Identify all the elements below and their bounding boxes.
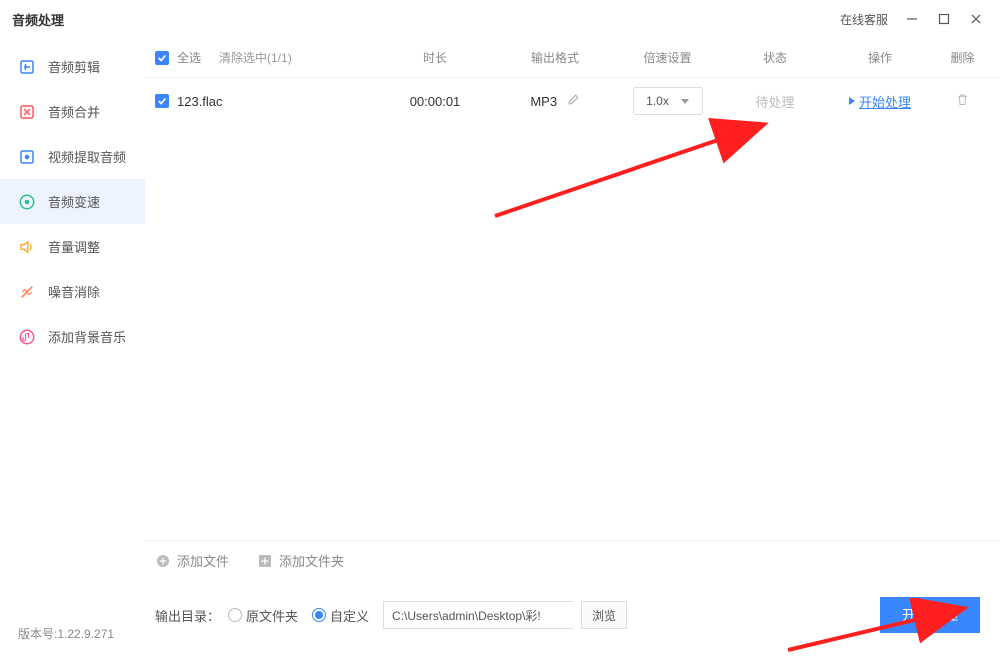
sidebar: 音频剪辑 音频合并 视频提取音频 音频变速 音量调整 噪音消除 添加背景音乐 [0,38,145,650]
maximize-button[interactable] [932,7,956,31]
col-speed: 倍速设置 [610,49,725,66]
delete-row-button[interactable] [955,95,970,110]
select-all-label: 全选 [177,49,201,66]
file-list: 123.flac 00:00:01 MP3 1.0x 待处理 [145,78,1000,540]
duration-value: 00:00:01 [370,94,500,109]
sidebar-item-label: 视频提取音频 [48,147,126,166]
row-checkbox[interactable] [155,94,169,108]
start-processing-button[interactable]: 开始处理 [880,597,980,633]
sidebar-item-audio-merge[interactable]: 音频合并 [0,89,145,134]
col-status: 状态 [725,49,825,66]
output-label: 输出目录： [155,606,220,625]
edit-format-icon[interactable] [567,94,580,109]
sidebar-item-label: 音量调整 [48,237,100,256]
minimize-button[interactable] [900,7,924,31]
radio-custom-folder[interactable]: 自定义 [312,606,369,625]
speed-icon [18,193,36,211]
sidebar-item-audio-speed[interactable]: 音频变速 [0,179,145,224]
clear-selection-link[interactable]: 清除选中(1/1) [219,49,292,66]
plus-circle-icon [155,553,171,569]
sidebar-item-audio-clip[interactable]: 音频剪辑 [0,44,145,89]
start-label: 开始处理 [859,92,911,111]
add-folder-button[interactable]: 添加文件夹 [257,551,344,570]
close-button[interactable] [964,7,988,31]
annotation-arrow-1 [485,116,785,226]
sidebar-item-bgm[interactable]: 添加背景音乐 [0,314,145,359]
speed-value: 1.0x [646,94,669,108]
scissors-icon [18,58,36,76]
radio-checked-icon [312,608,326,622]
radio-original-folder[interactable]: 原文件夹 [228,606,298,625]
radio-custom-label: 自定义 [330,606,369,625]
sidebar-item-label: 音频变速 [48,192,100,211]
radio-original-label: 原文件夹 [246,606,298,625]
start-process-link[interactable]: 开始处理 [849,92,911,111]
radio-icon [228,608,242,622]
col-action: 操作 [825,49,935,66]
online-service-link[interactable]: 在线客服 [840,11,888,28]
sidebar-item-label: 音频合并 [48,102,100,121]
select-all-checkbox[interactable] [155,51,169,65]
bgm-icon [18,328,36,346]
volume-icon [18,238,36,256]
version-label: 版本号:1.22.9.271 [18,625,114,642]
output-path-input[interactable] [383,601,573,629]
filename: 123.flac [177,94,223,109]
table-row: 123.flac 00:00:01 MP3 1.0x 待处理 [145,78,1000,124]
chevron-down-icon [681,99,689,104]
play-icon [849,97,855,105]
add-file-button[interactable]: 添加文件 [155,551,229,570]
col-duration: 时长 [370,49,500,66]
noise-icon [18,283,36,301]
app-title: 音频处理 [12,10,64,29]
col-delete: 删除 [935,49,990,66]
sidebar-item-extract-audio[interactable]: 视频提取音频 [0,134,145,179]
table-header: 全选 清除选中(1/1) 时长 输出格式 倍速设置 状态 操作 删除 [145,38,1000,78]
sidebar-item-volume[interactable]: 音量调整 [0,224,145,269]
extract-icon [18,148,36,166]
col-format: 输出格式 [500,49,610,66]
speed-dropdown[interactable]: 1.0x [633,87,703,115]
add-folder-label: 添加文件夹 [279,551,344,570]
merge-icon [18,103,36,121]
sidebar-item-label: 音频剪辑 [48,57,100,76]
plus-square-icon [257,553,273,569]
sidebar-item-label: 噪音消除 [48,282,100,301]
format-value: MP3 [530,94,557,109]
status-value: 待处理 [725,92,825,111]
sidebar-item-label: 添加背景音乐 [48,327,126,346]
sidebar-item-noise-removal[interactable]: 噪音消除 [0,269,145,314]
add-file-label: 添加文件 [177,551,229,570]
browse-button[interactable]: 浏览 [581,601,627,629]
